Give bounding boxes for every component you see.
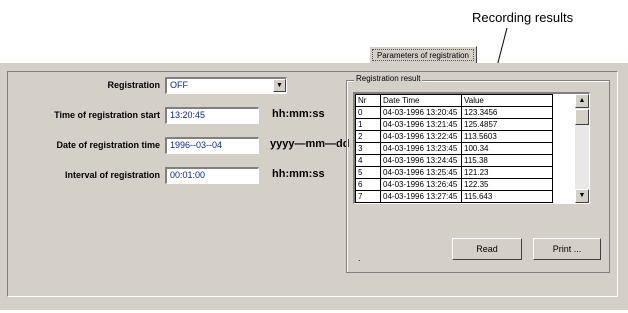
table-row[interactable]: 7 04-03-1996 13:27:45 115.643 <box>355 190 553 203</box>
print-button[interactable]: Print ... <box>533 238 601 260</box>
cell-datetime: 04-03-1996 13:25:45 <box>380 166 462 179</box>
interval-label: Interval of registration <box>64 170 160 180</box>
table-row[interactable]: 2 04-03-1996 13:22:45 113.5603 <box>355 130 553 143</box>
column-header-datetime: Date Time <box>380 94 462 107</box>
arrow-up-icon[interactable]: ▲ <box>575 94 589 108</box>
cell-value: 122.35 <box>461 178 553 191</box>
read-button[interactable]: Read <box>452 238 522 260</box>
cell-value: 125.4857 <box>461 118 553 131</box>
cell-value: 113.5603 <box>461 130 553 143</box>
cell-value: 115.38 <box>461 154 553 167</box>
results-list[interactable]: Nr Date Time Value 0 04-03-1996 13:20:45 1… <box>353 92 590 204</box>
table-row[interactable]: 1 04-03-1996 13:21:45 125.4857 <box>355 118 553 131</box>
cell-datetime: 04-03-1996 13:26:45 <box>380 178 462 191</box>
results-table: Nr Date Time Value 0 04-03-1996 13:20:45 1… <box>355 94 553 203</box>
table-row[interactable]: 5 04-03-1996 13:25:45 121.23 <box>355 166 553 179</box>
cell-datetime: 04-03-1996 13:22:45 <box>380 130 462 143</box>
start-time-label: Time of registration start <box>54 110 160 120</box>
tab-parameters-of-registration[interactable]: Parameters of registration <box>369 46 477 63</box>
cell-datetime: 04-03-1996 13:23:45 <box>380 142 462 155</box>
arrow-down-icon[interactable]: ▼ <box>575 189 589 203</box>
status-dot: . <box>358 253 361 263</box>
start-date-unit: yyyy—mm—dd <box>270 138 350 150</box>
chevron-down-icon[interactable]: ▼ <box>273 79 286 92</box>
column-header-nr: Nr <box>355 94 381 107</box>
scroll-thumb[interactable] <box>575 109 589 125</box>
table-row[interactable]: 4 04-03-1996 13:24:45 115.38 <box>355 154 553 167</box>
main-window: Registration OFF ▼ Time of registration … <box>0 63 628 310</box>
registration-value: OFF <box>170 80 188 90</box>
start-time-input[interactable]: 13:20:45 <box>165 107 259 124</box>
cell-datetime: 04-03-1996 13:27:45 <box>380 190 462 203</box>
vertical-scrollbar[interactable]: ▲ ▼ <box>575 94 589 203</box>
cell-nr: 7 <box>355 190 381 203</box>
cell-nr: 6 <box>355 178 381 191</box>
table-header-row: Nr Date Time Value <box>355 94 553 107</box>
cell-datetime: 04-03-1996 13:20:45 <box>380 106 462 119</box>
cell-nr: 5 <box>355 166 381 179</box>
cell-value: 123.3456 <box>461 106 553 119</box>
cell-datetime: 04-03-1996 13:24:45 <box>380 154 462 167</box>
start-date-label: Date of registration time <box>56 140 160 150</box>
registration-label: Registration <box>107 80 160 90</box>
table-row[interactable]: 0 04-03-1996 13:20:45 123.3456 <box>355 106 553 119</box>
cell-nr: 3 <box>355 142 381 155</box>
start-time-unit: hh:mm:ss <box>272 108 325 120</box>
start-date-input[interactable]: 1996--03--04 <box>165 137 259 154</box>
registration-result-title: Registration result <box>354 74 423 83</box>
cell-nr: 0 <box>355 106 381 119</box>
column-header-value: Value <box>461 94 553 107</box>
table-row[interactable]: 3 04-03-1996 13:23:45 100.34 <box>355 142 553 155</box>
cell-value: 121.23 <box>461 166 553 179</box>
table-row[interactable]: 6 04-03-1996 13:26:45 122.35 <box>355 178 553 191</box>
tab-label: Parameters of registration <box>372 49 474 61</box>
cell-nr: 4 <box>355 154 381 167</box>
interval-input[interactable]: 00:01:00 <box>165 167 259 184</box>
cell-nr: 1 <box>355 118 381 131</box>
cell-datetime: 04-03-1996 13:21:45 <box>380 118 462 131</box>
cell-value: 100.34 <box>461 142 553 155</box>
interval-unit: hh:mm:ss <box>272 168 325 180</box>
cell-value: 115.643 <box>461 190 553 203</box>
registration-select[interactable]: OFF ▼ <box>165 77 287 94</box>
cell-nr: 2 <box>355 130 381 143</box>
